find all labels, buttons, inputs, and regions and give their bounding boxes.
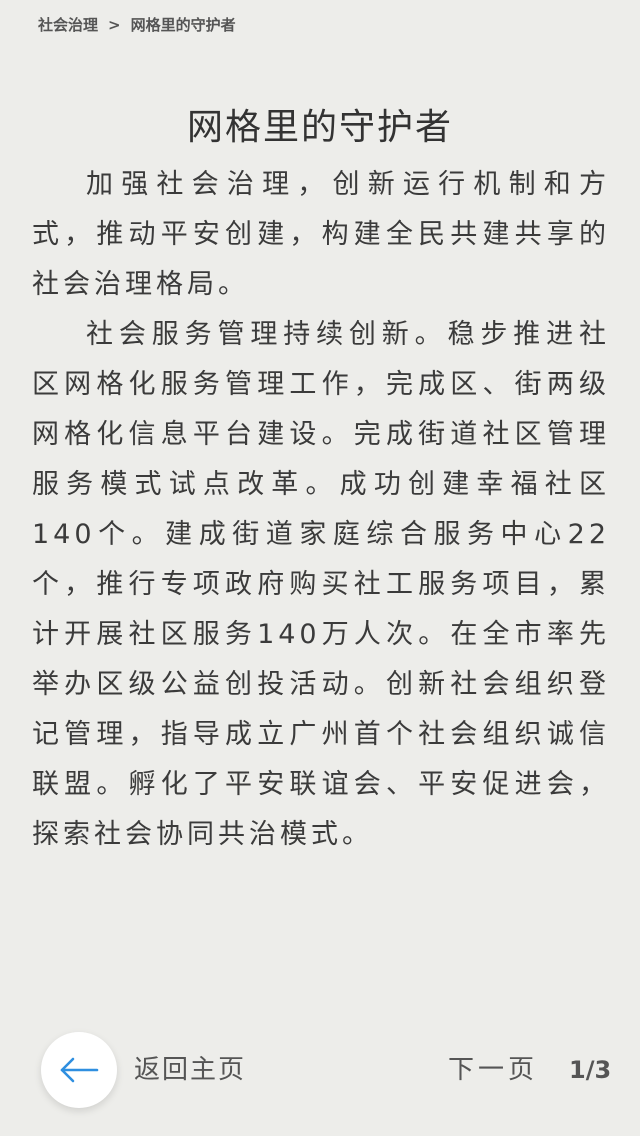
article-body: 加强社会治理，创新运行机制和方式，推动平安创建，构建全民共建共享的社会治理格局。…: [32, 160, 610, 860]
breadcrumb: 社会治理 > 网格里的守护者: [38, 12, 236, 38]
article-paragraph-1: 加强社会治理，创新运行机制和方式，推动平安创建，构建全民共建共享的社会治理格局。: [32, 169, 610, 300]
page-indicator: 1/3: [569, 1056, 612, 1084]
article-paragraph-2: 社会服务管理持续创新。稳步推进社区网格化服务管理工作，完成区、街两级网格化信息平…: [32, 319, 610, 850]
breadcrumb-parent-link[interactable]: 社会治理: [38, 16, 98, 34]
breadcrumb-current: 网格里的守护者: [130, 16, 236, 34]
back-home-link[interactable]: 返回主页: [134, 1050, 246, 1090]
next-page-button[interactable]: 下一页: [448, 1050, 538, 1090]
breadcrumb-separator: >: [108, 16, 121, 34]
page-title: 网格里的守护者: [186, 107, 453, 149]
arrow-left-icon: [59, 1056, 99, 1084]
back-home-button[interactable]: [41, 1032, 117, 1108]
